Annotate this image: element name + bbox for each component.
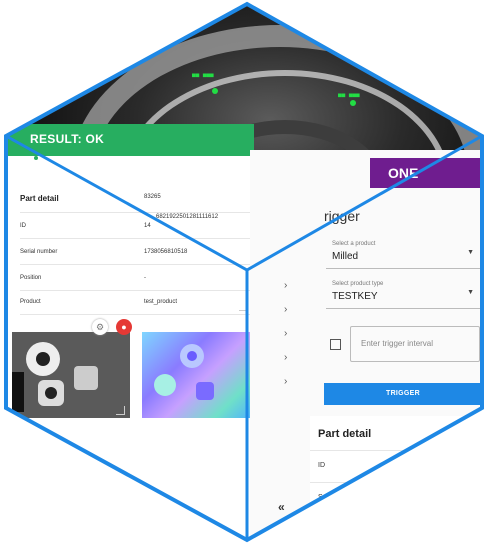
hexagon-outline — [4, 1, 484, 543]
